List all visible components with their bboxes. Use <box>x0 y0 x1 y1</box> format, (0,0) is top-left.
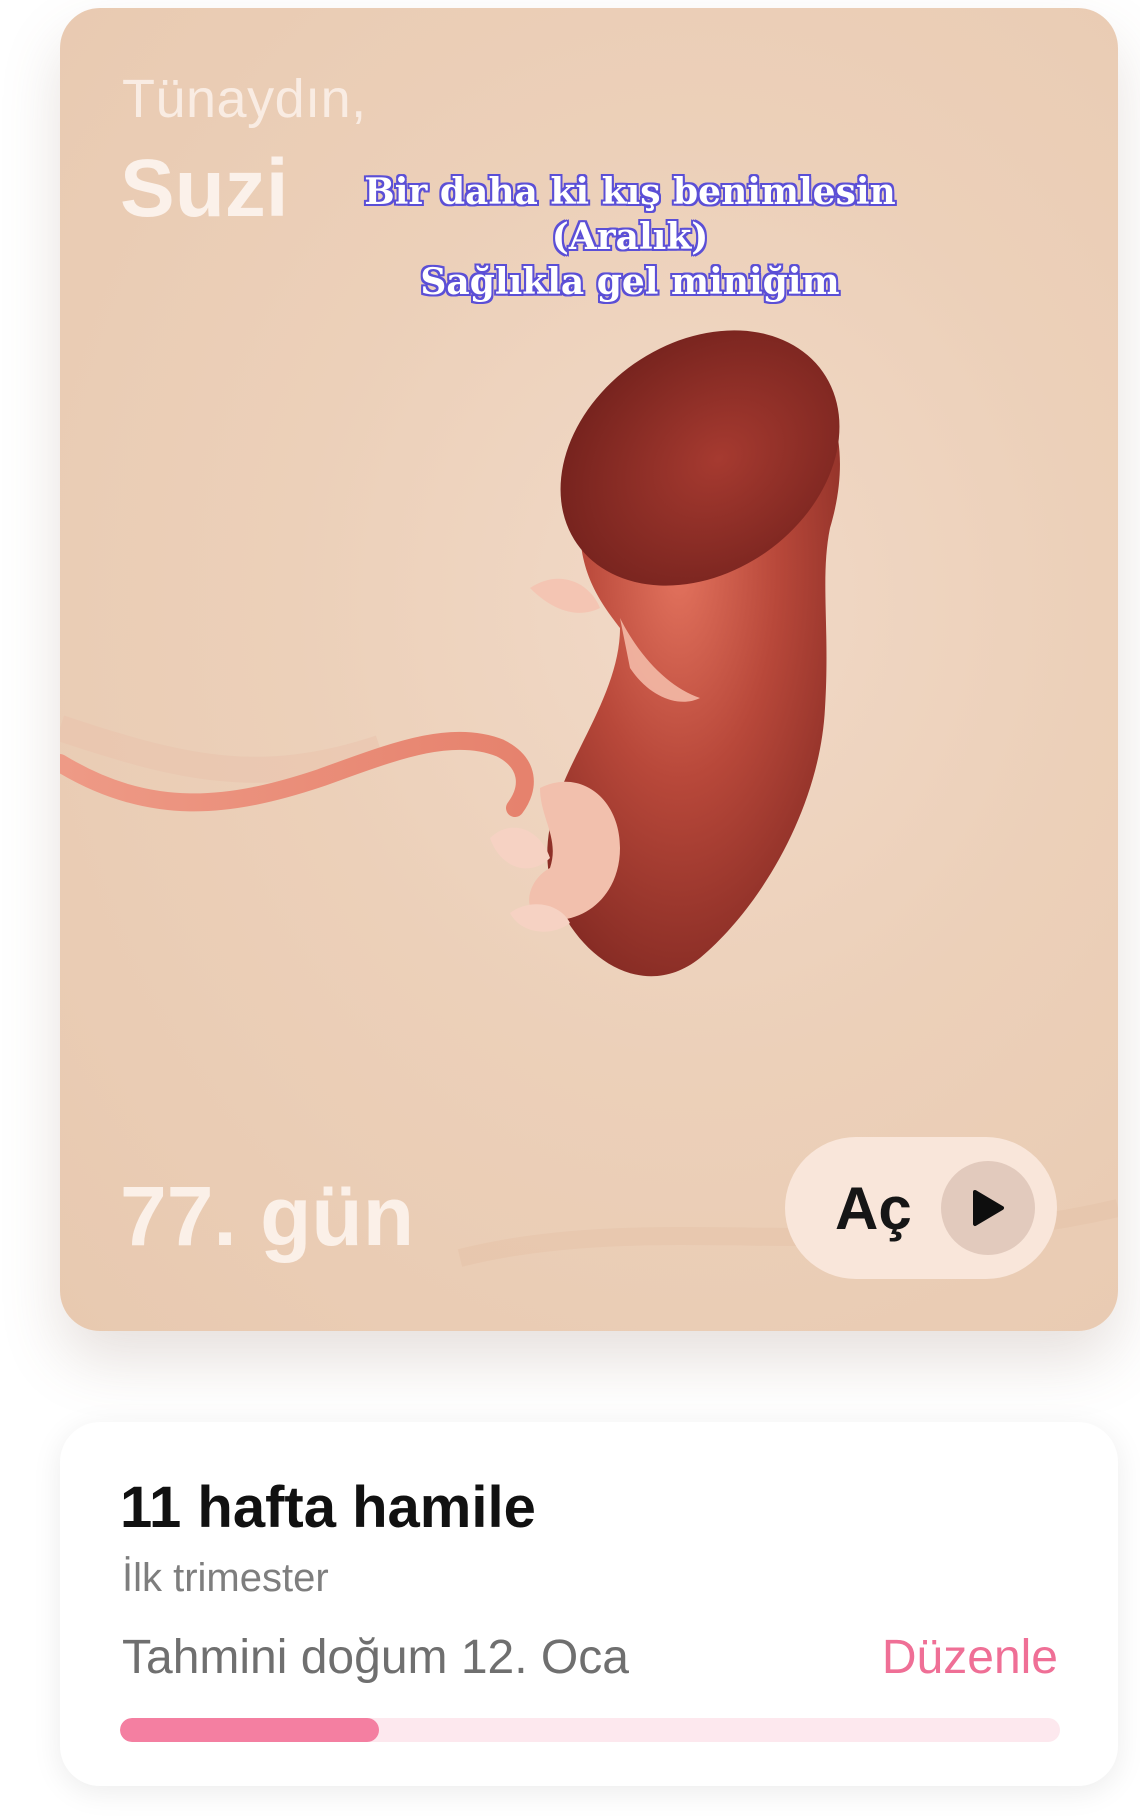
pregnancy-progress-fill <box>120 1718 379 1742</box>
caption-line: (Aralık) <box>551 216 709 258</box>
trimester-label: İlk trimester <box>122 1556 329 1600</box>
baby-hero-card[interactable]: Tünaydın, Suzi Bir daha ki kış benimlesi… <box>60 8 1118 1331</box>
overlay-caption: Bir daha ki kış benimlesin (Aralık) Sağl… <box>300 170 960 305</box>
open-button-label: Aç <box>835 1174 912 1242</box>
caption-line: Bir daha ki kış benimlesin <box>364 171 896 213</box>
caption-line: Sağlıkla gel miniğim <box>420 261 840 303</box>
pregnancy-info-card: 11 hafta hamile İlk trimester Tahmini do… <box>60 1422 1118 1786</box>
day-counter: 77. gün <box>120 1169 415 1263</box>
weeks-pregnant-title: 11 hafta hamile <box>120 1475 536 1540</box>
open-button[interactable]: Aç <box>785 1137 1057 1279</box>
user-name: Suzi <box>120 143 289 234</box>
edit-button[interactable]: Düzenle <box>882 1630 1058 1685</box>
pregnancy-progress-bar <box>120 1718 1060 1742</box>
greeting-text: Tünaydın, <box>122 69 367 129</box>
play-icon[interactable] <box>941 1161 1035 1255</box>
due-date-text: Tahmini doğum 12. Oca <box>122 1631 629 1684</box>
